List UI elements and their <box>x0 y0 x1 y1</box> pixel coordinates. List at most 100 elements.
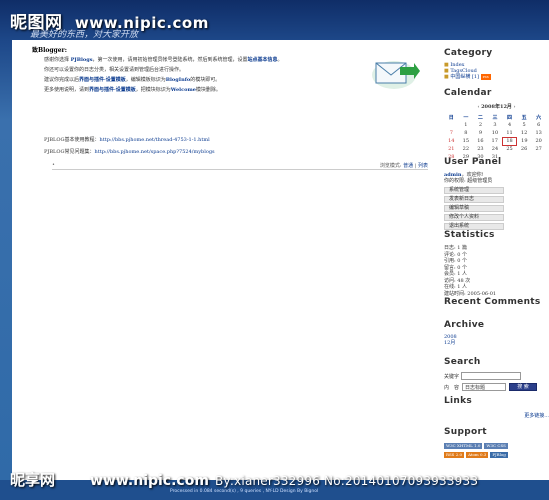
calendar-day[interactable]: 3 <box>488 121 503 129</box>
calendar-day[interactable]: 19 <box>517 137 532 145</box>
calendar-day-today[interactable]: 18 <box>501 136 518 146</box>
category-title: Category <box>444 48 493 58</box>
calendar-day[interactable]: 25 <box>502 145 517 153</box>
watermark-id: By:xianer332996 No:20140107093933933 <box>215 474 479 488</box>
faq-link[interactable]: http://bbs.pjhome.net/space.php?7524/myb… <box>94 149 214 155</box>
keyword-label: 关键字 <box>444 373 460 380</box>
links-widget: Links 更多链接... <box>444 396 549 419</box>
folder-icon: ■ <box>444 74 449 80</box>
calendar-month: 2008年12月 <box>481 104 512 110</box>
logout-button[interactable]: 退出系统 <box>444 223 504 230</box>
calendar-week: 7 8 9 10 11 12 13 <box>444 129 546 137</box>
new-post-button[interactable]: 发表新日志 <box>444 196 504 203</box>
statistics-list: 日志: 1 篇 评论: 0 个 引用: 0 个 留言: 0 个 会员: 1 人 … <box>444 245 549 297</box>
site-settings-link[interactable]: 站点基本信息 <box>248 57 278 63</box>
calendar-day[interactable]: 22 <box>459 145 474 153</box>
support-badges: W3C XHTML 1.0 W3C CSS RSS 2.0 Atom 0.3 PJBl… <box>444 442 549 460</box>
drafts-button[interactable]: 编辑草稿 <box>444 205 504 212</box>
category-item: ■ 中国纵横 [1] rss <box>444 74 549 80</box>
bullet-icon: • <box>52 162 55 168</box>
calendar-weekdays: 日 一 二 三 四 五 六 <box>448 114 542 121</box>
w3c-xhtml-badge[interactable]: W3C XHTML 1.0 <box>444 443 483 449</box>
calendar-day[interactable]: 23 <box>473 145 488 153</box>
next-month-icon[interactable]: › <box>514 104 516 110</box>
calendar-grid: 日 一 二 三 四 五 六 123456 7 8 9 10 11 12 13 14 15 16 1… <box>444 113 546 161</box>
calendar-day[interactable]: 2 <box>473 121 488 129</box>
category-link-china[interactable]: 中国纵横 [1] <box>450 74 479 80</box>
envelope-icon <box>372 61 420 89</box>
calendar-day[interactable]: 17 <box>488 137 503 145</box>
tutorial-links: PJBLOG基本使用教程：http://bbs.pjhome.net/threa… <box>44 134 215 158</box>
calendar-day[interactable]: 6 <box>531 121 546 129</box>
calendar-widget: Calendar ‹ 2008年12月 › 日 一 二 三 四 五 六 1234… <box>444 88 549 161</box>
more-links-link[interactable]: 更多链接... <box>524 413 549 419</box>
calendar-day[interactable]: 5 <box>517 121 532 129</box>
statistics-title: Statistics <box>444 230 495 240</box>
prev-month-icon[interactable]: ‹ <box>477 104 479 110</box>
recent-comments-title: Recent Comments <box>444 297 541 307</box>
archive-month: 12月 <box>444 340 549 346</box>
calendar-day[interactable]: 27 <box>531 145 546 153</box>
search-title: Search <box>444 357 481 367</box>
tutorial-link[interactable]: http://bbs.pjhome.net/thread-4753-1-1.ht… <box>99 137 209 143</box>
category-list: ■ Index ■ TagsCloud ■ 中国纵横 [1] rss <box>444 62 549 80</box>
tutorial-link-row-1: PJBLOG基本使用教程：http://bbs.pjhome.net/threa… <box>44 137 210 143</box>
support-widget: Support W3C XHTML 1.0 W3C CSS RSS 2.0 Atom… <box>444 427 549 460</box>
edit-profile-button[interactable]: 修改个人资料 <box>444 214 504 221</box>
archive-widget: Archive 2008 12月 <box>444 320 549 346</box>
calendar-day[interactable]: 13 <box>531 129 546 137</box>
calendar-day[interactable]: 14 <box>444 137 459 145</box>
calendar-day[interactable]: 26 <box>517 145 532 153</box>
search-widget: Search 关键字 内 容 日志标题 搜 索 <box>444 357 549 391</box>
template-settings-link-2[interactable]: 界面与插件·设置模板 <box>89 87 136 93</box>
search-button[interactable]: 搜 索 <box>509 383 538 391</box>
search-keyword-row: 关键字 <box>444 372 549 380</box>
calendar-day[interactable]: 10 <box>488 129 503 137</box>
post-paragraph-4: 更多使用说明，请到界面与插件·设置模板，把模块标识为Welcome模块删除。 <box>44 87 221 93</box>
user-role: 你的权限: 超级管理员 <box>444 178 493 184</box>
calendar-day[interactable]: 16 <box>473 137 488 145</box>
pjblogs-link[interactable]: PJBlogs <box>71 57 93 63</box>
user-actions: 系统管理 发表新日志 编辑草稿 修改个人资料 退出系统 <box>444 187 549 230</box>
content-wrapper: 致Blogger: 感谢你选择 PJBlogs，第一次使用，请用初始管理员帐号登… <box>12 40 549 480</box>
calendar-week: 123456 <box>444 121 546 129</box>
template-settings-link[interactable]: 界面与插件·设置模板 <box>79 77 126 83</box>
calendar-day[interactable]: 20 <box>531 137 546 145</box>
category-widget: Category ■ Index ■ TagsCloud ■ 中国纵横 [1] … <box>444 48 549 80</box>
search-scope-row: 内 容 日志标题 搜 索 <box>444 383 549 391</box>
support-title: Support <box>444 427 487 437</box>
calendar-day[interactable]: 21 <box>444 145 459 153</box>
footer-text: Processed in 0.084 second(s) , 9 queries… <box>170 489 319 494</box>
calendar-day[interactable]: 11 <box>502 129 517 137</box>
calendar-day[interactable]: 1 <box>459 121 474 129</box>
archive-month-link[interactable]: 12月 <box>444 340 455 346</box>
pjblog-badge[interactable]: PJBlog <box>490 452 508 458</box>
calendar-day[interactable]: 12 <box>517 129 532 137</box>
calendar-title: Calendar <box>444 88 492 98</box>
archive-title: Archive <box>444 320 485 330</box>
calendar-day[interactable]: 24 <box>488 145 503 153</box>
calendar-day[interactable]: 9 <box>473 129 488 137</box>
atom-badge[interactable]: Atom 0.3 <box>466 452 489 458</box>
calendar-day[interactable]: 7 <box>444 129 459 137</box>
rss-badge[interactable]: RSS 2.0 <box>444 452 465 458</box>
view-list-link[interactable]: 列表 <box>418 163 428 169</box>
links-title: Links <box>444 396 473 406</box>
calendar-day[interactable]: 15 <box>459 137 474 145</box>
recent-comments-widget: Recent Comments <box>444 297 549 307</box>
post-paragraph-3: 建议你完成以后界面与插件·设置模板，编辑模板标识为BlogInfo的模块即可。 <box>44 77 221 83</box>
calendar-day[interactable]: 8 <box>459 129 474 137</box>
search-scope-select[interactable]: 日志标题 <box>462 383 507 391</box>
search-input[interactable] <box>461 372 522 380</box>
rss-icon[interactable]: rss <box>480 74 491 80</box>
admin-button[interactable]: 系统管理 <box>444 187 504 194</box>
more-links-row: 更多链接... <box>444 412 549 419</box>
view-mode: 浏览模式: 普通 | 列表 <box>379 163 428 169</box>
tutorial-link-row-2: PJBLOG常见问题集：http://bbs.pjhome.net/space.… <box>44 149 215 155</box>
user-panel-title: User Panel <box>444 157 502 167</box>
w3c-css-badge[interactable]: W3C CSS <box>484 443 508 449</box>
statistics-widget: Statistics 日志: 1 篇 评论: 0 个 引用: 0 个 留言: 0… <box>444 230 549 297</box>
view-normal-link[interactable]: 普通 <box>403 163 413 169</box>
calendar-day[interactable]: 4 <box>502 121 517 129</box>
post-footer: • 浏览模式: 普通 | 列表 <box>52 162 428 170</box>
